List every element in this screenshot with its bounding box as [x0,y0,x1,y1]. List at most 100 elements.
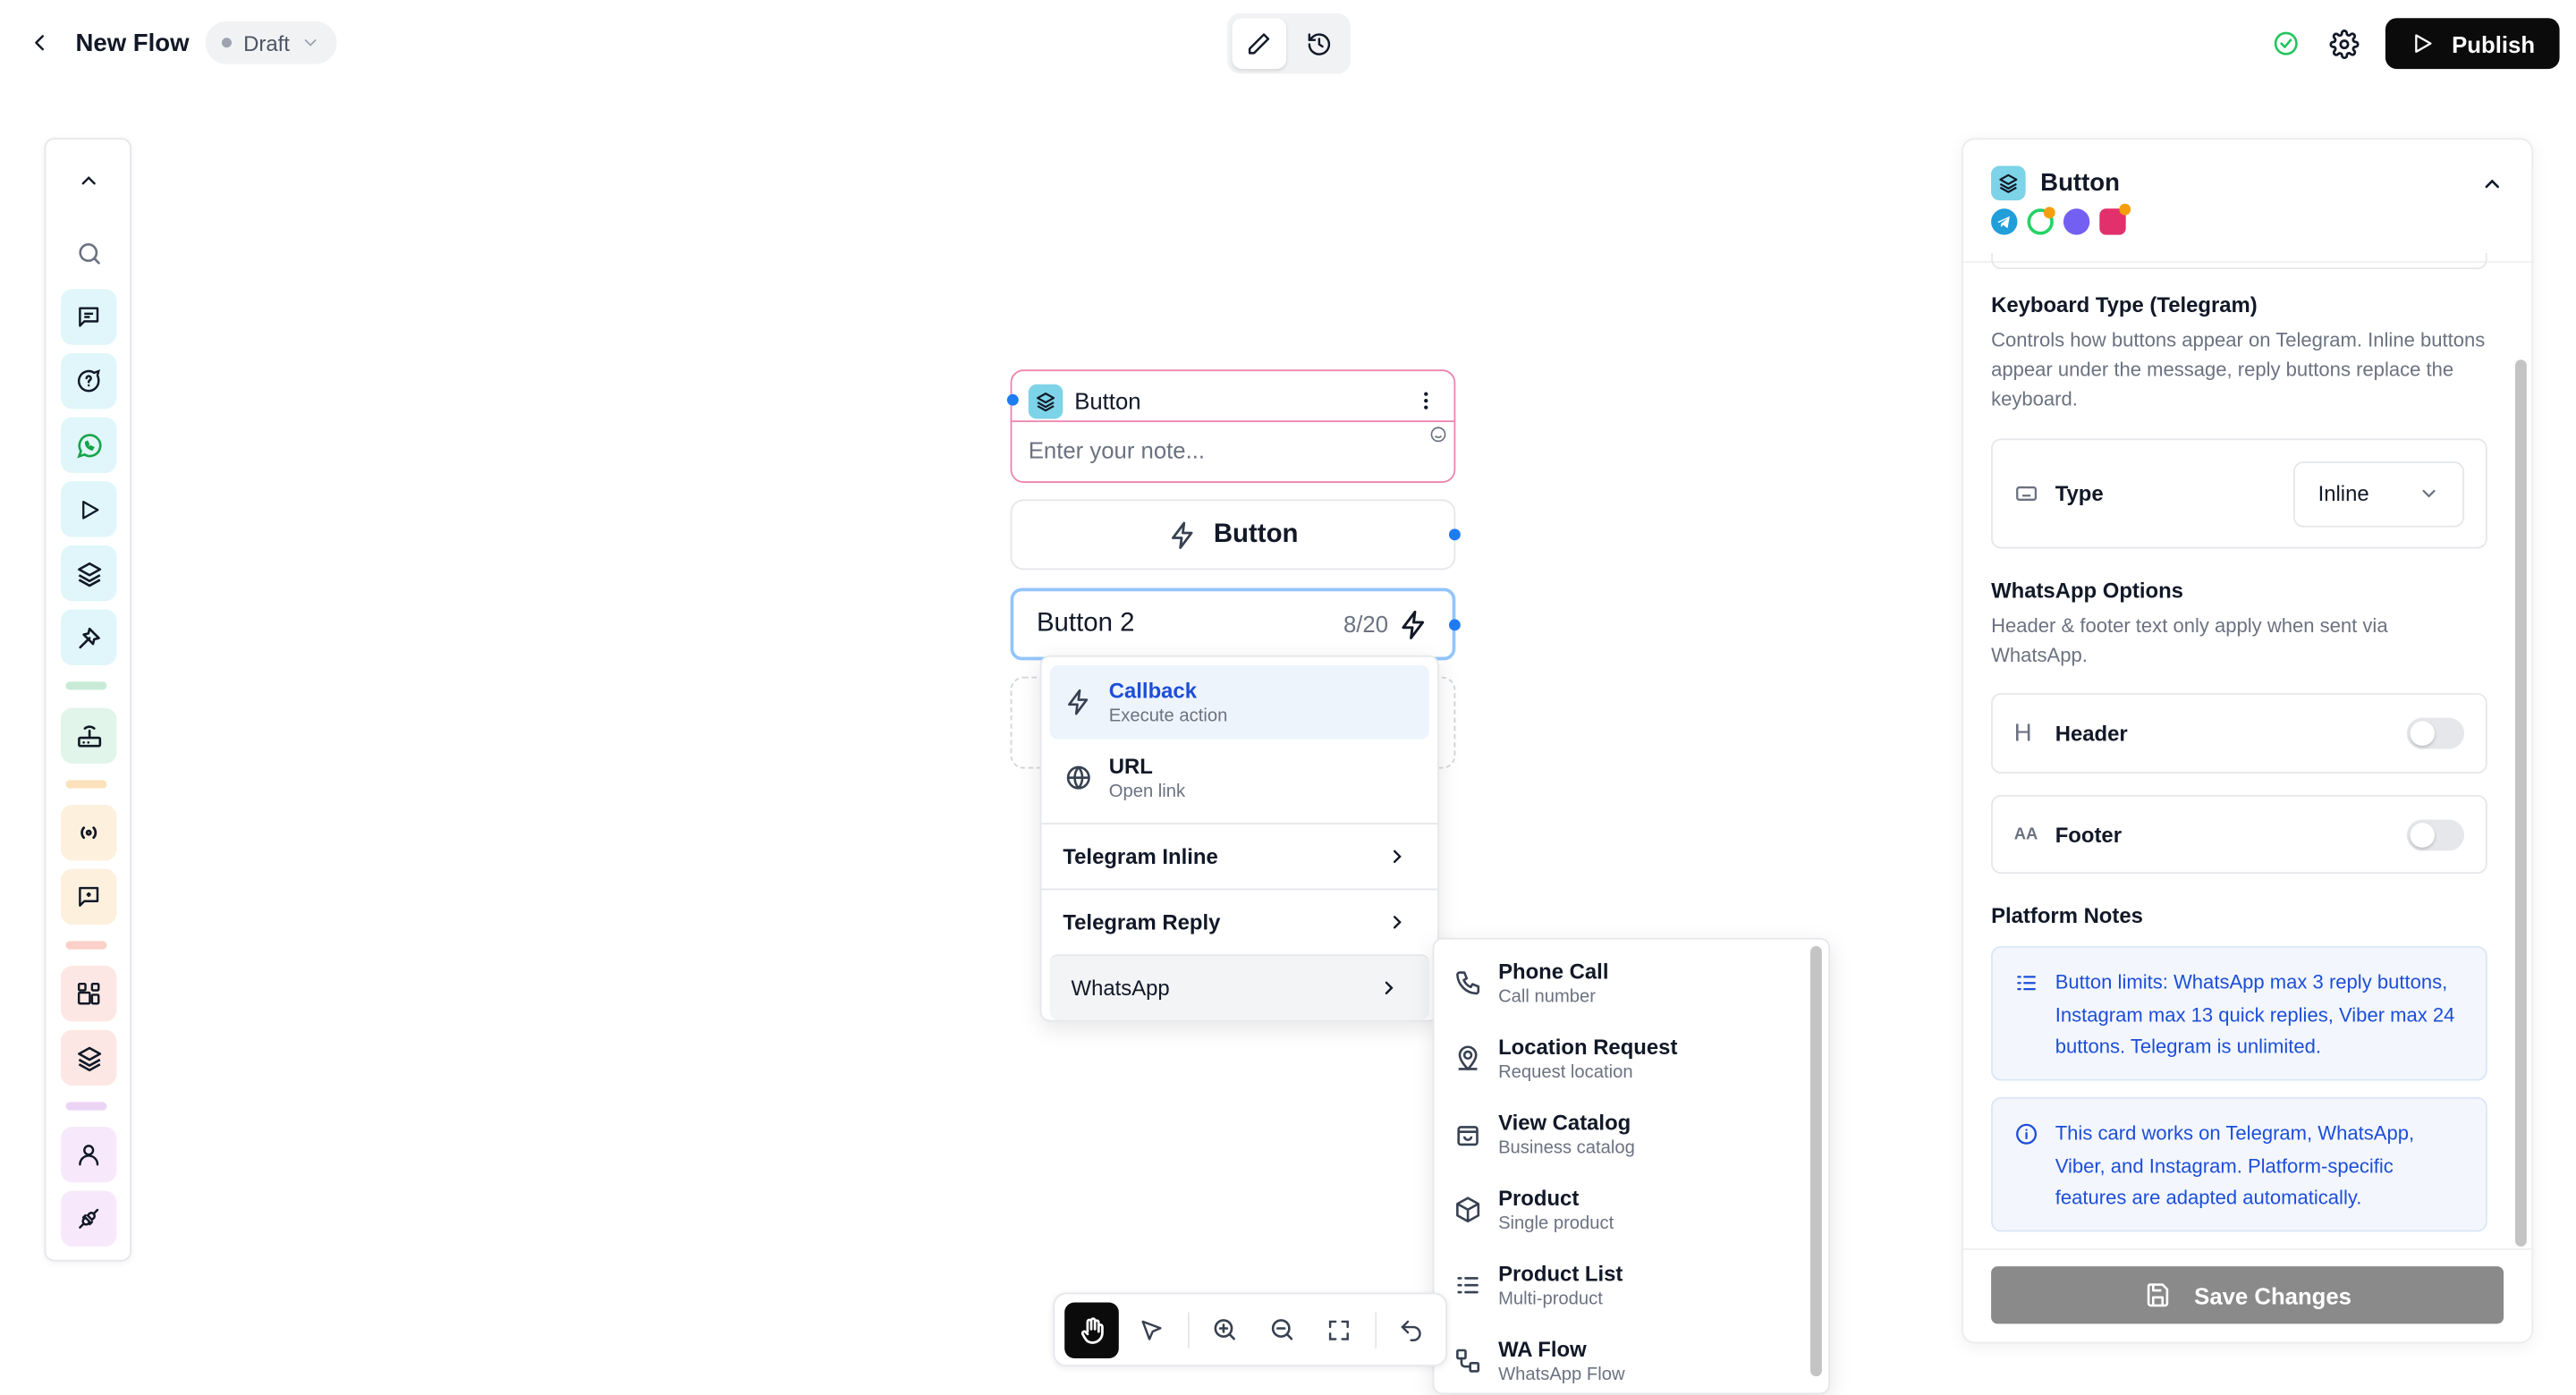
menu-item-desc: Open link [1108,782,1186,802]
palette-play[interactable] [60,481,117,537]
whatsapp-options-title: WhatsApp Options [1991,578,2183,604]
node-title: Button [1074,387,1141,414]
emoji-icon[interactable] [1429,426,1447,444]
package-icon [1456,1196,1480,1223]
button-action-menu: Callback Execute action URL Open link Tele… [1039,655,1439,1022]
palette-router[interactable] [60,707,117,765]
palette-chat-bubble[interactable] [60,868,117,926]
submenu-item-label: WA Flow [1498,1337,1587,1362]
chevron-right-icon [1385,981,1394,994]
header-toggle[interactable] [2406,717,2465,749]
router-icon [77,724,101,747]
play-icon [81,500,98,519]
scrollbar[interactable] [2514,359,2527,1247]
menu-item-callback[interactable]: Callback Execute action [1049,664,1429,740]
whatsapp-icon [76,433,101,458]
menu-group-telegram-reply[interactable]: Telegram Reply [1041,888,1438,954]
menu-group-telegram-inline[interactable]: Telegram Inline [1041,823,1438,888]
chevron-right-icon [1393,916,1402,929]
palette-broadcast[interactable] [60,804,117,861]
status-label: Draft [243,30,290,55]
submenu-item-label: View Catalog [1498,1110,1631,1136]
panel-title: Button [2040,169,2120,198]
menu-item-url[interactable]: URL Open link [1050,740,1429,815]
pan-tool-button[interactable] [1064,1301,1120,1358]
undo-button[interactable] [1387,1303,1436,1356]
zap-icon [1402,609,1425,638]
info-icon [2016,1123,2038,1145]
footer-toggle[interactable] [2406,818,2465,850]
zoom-in-button[interactable] [1200,1303,1249,1356]
chevron-right-icon [1393,850,1402,864]
properties-panel: Button Keyboard Type (Telegram) Controls… [1962,138,2534,1344]
palette-blocks[interactable] [60,965,117,1022]
back-icon[interactable] [23,26,56,59]
platform-info-note: This card works on Telegram, WhatsApp, V… [1991,1096,2487,1232]
telegram-icon [1991,208,2018,235]
palette-button-node[interactable] [60,1029,117,1086]
input-handle[interactable] [1006,393,1019,406]
menu-group-whatsapp[interactable]: WhatsApp [1049,954,1429,1020]
submenu-item-location-request[interactable]: Location Request Request location [1453,1035,1799,1082]
palette-message[interactable] [60,289,117,345]
scrollbar[interactable] [1810,945,1822,1377]
platform-notes-title: Platform Notes [1991,903,2143,928]
footer-option: AA Footer [1991,794,2487,875]
history-button[interactable] [1292,18,1346,69]
globe-icon [1066,765,1090,790]
submenu-item-view-catalog[interactable]: View Catalog Business catalog [1453,1111,1799,1158]
menu-item-desc: Execute action [1108,706,1228,726]
settings-button[interactable] [2327,25,2363,61]
button-label: Button [1213,520,1299,548]
publish-button[interactable]: Publish [2385,18,2560,70]
output-handle[interactable] [1448,619,1461,631]
output-handle[interactable] [1448,528,1461,541]
search-button[interactable] [61,225,116,281]
submenu-item-desc: Request location [1498,1062,1633,1083]
palette-layers[interactable] [60,545,117,602]
palette-separator [65,780,107,789]
cursor-icon [1141,1319,1162,1340]
edit-mode-button[interactable] [1232,18,1286,70]
palette-user[interactable] [60,1126,117,1183]
status-dropdown[interactable]: Draft [205,21,338,64]
submenu-item-product[interactable]: Product Single product [1453,1186,1799,1233]
header-option: H Header [1991,693,2487,774]
more-vertical-icon[interactable] [1414,389,1437,412]
topbar-right: Publish [2267,18,2560,70]
submenu-item-desc: Single product [1498,1213,1614,1234]
palette-pointer[interactable] [60,609,117,665]
zoom-out-button[interactable] [1258,1303,1306,1356]
chevron-down-icon [2422,489,2436,498]
phone-icon [1456,971,1480,995]
node-button-2-input[interactable]: Button 2 8/20 [1010,588,1456,661]
keyboard-type-title: Keyboard Type (Telegram) [1991,292,2258,317]
chevron-up-icon [2485,178,2499,188]
palette-integration[interactable] [60,1190,117,1247]
palette-whatsapp[interactable] [60,417,117,473]
submenu-item-phone-call[interactable]: Phone Call Call number [1453,960,1799,1007]
submenu-item-wa-flow[interactable]: WA Flow WhatsApp Flow [1453,1337,1799,1384]
collapse-panel-button[interactable] [2480,172,2504,195]
whatsapp-icon [2027,207,2055,235]
node-button-1[interactable]: Button [1010,499,1456,571]
instagram-icon [2099,203,2131,235]
fit-view-button[interactable] [1314,1303,1362,1356]
menu-group-label: WhatsApp [1071,975,1170,1001]
submenu-item-product-list[interactable]: Product List Multi-product [1453,1262,1799,1309]
palette-question[interactable] [60,352,117,410]
button-node[interactable]: Button Enter your note... [1010,369,1456,483]
save-changes-button[interactable]: Save Changes [1991,1266,2504,1324]
message-reply-icon [79,886,99,907]
check-circle-icon [2267,25,2303,61]
layers-icon [1991,165,2026,201]
layers-icon [1028,383,1063,418]
select-tool-button[interactable] [1127,1303,1175,1356]
blocks-icon [77,982,100,1005]
collapse-palette-button[interactable] [61,153,116,208]
card-edge [1991,252,2487,270]
play-icon [2415,34,2433,54]
keyboard-type-select[interactable]: Inline [2293,461,2465,527]
select-value: Inline [2318,481,2369,506]
node-note-input[interactable]: Enter your note... [1029,437,1205,463]
